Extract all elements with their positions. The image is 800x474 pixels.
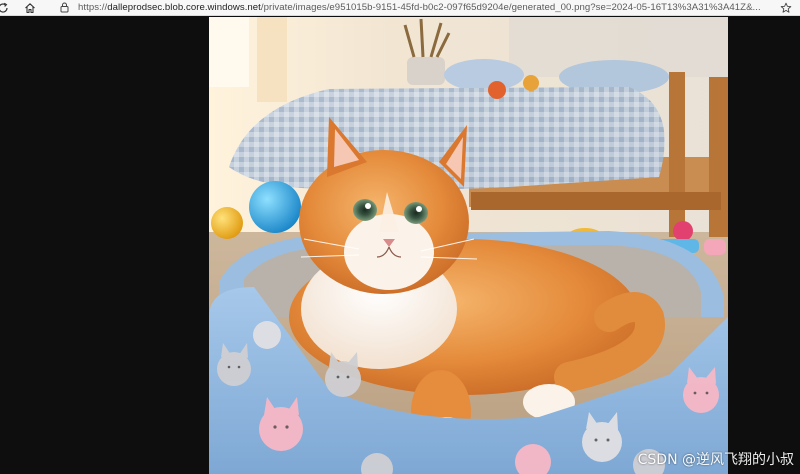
url-host: dalleprodsec.blob.core.windows.net [107, 1, 261, 13]
image-viewer: CSDN @逆风飞翔的小叔 [0, 17, 800, 474]
csdn-watermark: CSDN @逆风飞翔的小叔 [637, 452, 794, 468]
reload-icon[interactable] [0, 0, 10, 16]
url-scheme: https:// [78, 1, 108, 13]
url-path: /private/images/e951015b-9151-45fd-b0c2-… [260, 1, 761, 13]
favorite-star-icon[interactable] [778, 0, 794, 16]
browser-window: https://dalleprodsec.blob.core.windows.n… [0, 0, 800, 474]
site-info-icon[interactable] [56, 0, 72, 16]
home-icon[interactable] [22, 0, 38, 16]
address-bar-url[interactable]: https://dalleprodsec.blob.core.windows.n… [78, 0, 774, 16]
browser-toolbar: https://dalleprodsec.blob.core.windows.n… [0, 0, 800, 16]
generated-image-cat-in-bed[interactable] [209, 17, 728, 474]
